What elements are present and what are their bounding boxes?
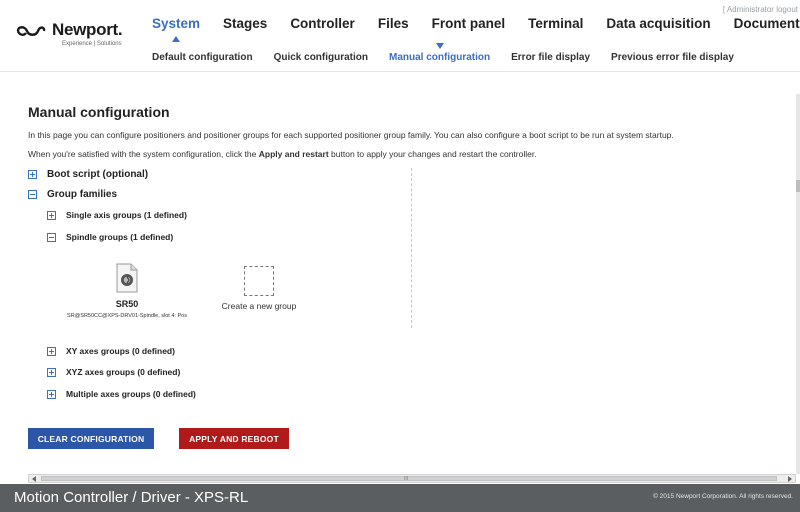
tree-boot-script[interactable]: Boot script (optional): [28, 169, 148, 180]
tree-spindle-groups[interactable]: Spindle groups (1 defined): [47, 232, 173, 242]
subnav-label: Error file display: [511, 52, 591, 63]
collapse-minus-icon[interactable]: [28, 190, 37, 199]
new-group-label: Create a new group: [221, 301, 297, 311]
nav-label: Front panel: [431, 16, 506, 31]
nav-label: System: [152, 16, 201, 31]
footer-title: Motion Controller / Driver - XPS-RL: [14, 489, 249, 506]
expand-plus-icon[interactable]: [47, 389, 56, 399]
tree-group-families[interactable]: Group families: [28, 189, 117, 200]
tree-label-multiple-axes: Multiple axes groups (0 defined): [66, 389, 196, 399]
logo-text: Newport.: [52, 20, 123, 39]
page-instruction: When you're satisfied with the system co…: [28, 149, 537, 159]
nav-label: Data acquisition: [606, 16, 711, 31]
column-divider: [411, 168, 412, 328]
tree-label-xy-axes: XY axes groups (0 defined): [66, 346, 175, 356]
nav-files[interactable]: Files: [378, 16, 409, 36]
horizontal-scroll-thumb[interactable]: III: [41, 476, 777, 482]
newport-logo-icon: [16, 26, 46, 36]
scroll-right-arrow-icon[interactable]: [788, 476, 792, 482]
nav-label: Files: [377, 16, 409, 31]
nav-label: Stages: [223, 16, 268, 31]
active-caret-down-icon: [435, 43, 444, 49]
nav-stages[interactable]: Stages: [223, 16, 267, 36]
nav-documentation[interactable]: Documentation: [734, 16, 800, 36]
subnav-label: Default configuration: [152, 52, 253, 63]
subnav-quick-configuration[interactable]: Quick configuration: [274, 52, 368, 63]
subnav-label: Quick configuration: [273, 52, 369, 63]
subnav-label: Previous error file display: [611, 52, 734, 63]
horizontal-scrollbar[interactable]: III: [28, 474, 796, 483]
tree-label-boot-script: Boot script (optional): [47, 169, 149, 180]
scroll-left-arrow-icon[interactable]: [32, 476, 36, 482]
tree-xy-axes-groups[interactable]: XY axes groups (0 defined): [47, 346, 175, 356]
tree-label-group-families: Group families: [47, 189, 118, 200]
tree-single-axis-groups[interactable]: Single axis groups (1 defined): [47, 210, 187, 220]
footer-copyright: © 2015 Newport Corporation. All rights r…: [653, 493, 793, 500]
expand-plus-icon[interactable]: [47, 210, 56, 220]
expand-plus-icon[interactable]: [28, 170, 37, 179]
nav-data-acquisition[interactable]: Data acquisition: [606, 16, 710, 36]
new-group-placeholder-icon: [244, 266, 274, 296]
group-description: SR@SR50CC@XPS-DRV01-Spindle, slot 4: Pos: [67, 313, 187, 319]
nav-controller[interactable]: Controller: [290, 16, 355, 36]
tree-label-xyz-axes: XYZ axes groups (0 defined): [66, 367, 181, 377]
apply-and-reboot-button[interactable]: APPLY AND REBOOT: [179, 428, 289, 449]
tree-label-spindle: Spindle groups (1 defined): [66, 232, 174, 242]
nav-label: Terminal: [528, 16, 584, 31]
create-new-group[interactable]: Create a new group: [214, 266, 304, 311]
header: [ Administrator logout Newport. Experien…: [0, 0, 800, 72]
nav-label: Documentation: [733, 16, 800, 31]
main-content: Manual configuration In this page you ca…: [0, 73, 796, 473]
nav-label: Controller: [290, 16, 355, 31]
subnav-previous-error-file-display[interactable]: Previous error file display: [611, 52, 734, 63]
tree-xyz-axes-groups[interactable]: XYZ axes groups (0 defined): [47, 367, 180, 377]
instruction-suffix: button to apply your changes and restart…: [328, 149, 537, 159]
nav-front-panel[interactable]: Front panel: [432, 16, 506, 36]
subnav-error-file-display[interactable]: Error file display: [511, 52, 590, 63]
spindle-group-tile[interactable]: SR50 SR@SR50CC@XPS-DRV01-Spindle, slot 4…: [54, 263, 200, 319]
group-document-icon: [116, 263, 138, 293]
logo-tagline: Experience | Solutions: [62, 41, 122, 47]
main-nav: System Stages Controller Files Front panel Te…: [152, 16, 800, 42]
newport-logo[interactable]: Newport. Experience | Solutions: [16, 20, 136, 50]
vertical-scrollbar[interactable]: [796, 94, 800, 474]
scroll-grip: III: [404, 476, 409, 482]
collapse-minus-icon[interactable]: [47, 232, 56, 242]
footer: Motion Controller / Driver - XPS-RL © 20…: [0, 484, 800, 512]
instruction-bold: Apply and restart: [258, 149, 329, 159]
active-caret-up-icon: [172, 36, 181, 42]
subnav-default-configuration[interactable]: Default configuration: [152, 52, 253, 63]
expand-plus-icon[interactable]: [47, 367, 56, 377]
nav-system[interactable]: System: [152, 16, 201, 42]
instruction-prefix: When you're satisfied with the system co…: [28, 149, 259, 159]
group-name: SR50: [115, 299, 139, 309]
clear-configuration-button[interactable]: CLEAR CONFIGURATION: [28, 428, 154, 449]
page-intro: In this page you can configure positione…: [28, 130, 674, 140]
nav-terminal[interactable]: Terminal: [528, 16, 583, 36]
page-title: Manual configuration: [28, 104, 170, 120]
tree-multiple-axes-groups[interactable]: Multiple axes groups (0 defined): [47, 389, 196, 399]
vertical-scroll-thumb[interactable]: [796, 180, 800, 192]
subnav-manual-configuration[interactable]: Manual configuration: [389, 43, 491, 63]
tree-label-single-axis: Single axis groups (1 defined): [66, 210, 187, 220]
subnav-label: Manual configuration: [389, 52, 491, 63]
sub-nav: Default configuration Quick configuration…: [152, 43, 755, 63]
admin-logout-link[interactable]: [ Administrator logout: [723, 5, 798, 14]
expand-plus-icon[interactable]: [47, 346, 56, 356]
